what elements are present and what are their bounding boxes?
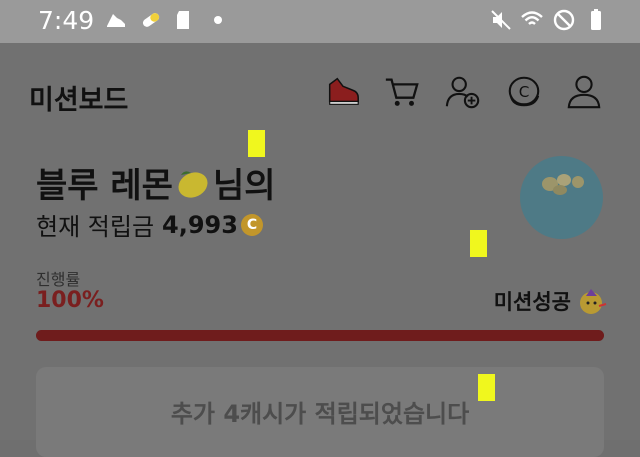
highlight-marker — [478, 374, 495, 401]
greeting-heading: 블루 레몬 님의 — [36, 158, 276, 207]
coin-icon: C — [240, 213, 263, 236]
user-name: 블루 레몬 — [36, 166, 173, 206]
page-title: 미션보드 — [29, 85, 129, 116]
mission-status-text: 미션성공 — [493, 290, 571, 314]
status-bar: 7:49 — [0, 0, 640, 43]
sd-card-icon — [177, 11, 189, 29]
party-face-icon — [580, 289, 607, 314]
running-shoe-icon — [107, 14, 125, 27]
avatar-image — [542, 174, 584, 195]
greeting-suffix: 님의 — [212, 166, 276, 206]
dot-icon — [214, 16, 222, 24]
highlight-marker — [470, 230, 487, 257]
cart-icon[interactable] — [383, 73, 421, 111]
status-time: 7:49 — [38, 6, 95, 35]
lemon-icon — [178, 170, 208, 198]
battery-icon — [591, 9, 601, 30]
avatar[interactable] — [520, 156, 603, 239]
coin-c-icon[interactable]: C — [505, 73, 543, 111]
balance-value: 4,993 — [162, 210, 238, 239]
balance-label: 현재 적립금 — [36, 213, 155, 241]
reward-notice: 추가 4캐시가 적립되었습니다 — [36, 367, 604, 457]
progress-value: 100% — [36, 288, 104, 313]
profile-icon[interactable] — [565, 73, 603, 111]
highlight-marker — [248, 130, 265, 157]
shoe-icon[interactable] — [324, 73, 362, 111]
progress-bar-fill — [36, 330, 604, 341]
add-friend-icon[interactable] — [444, 73, 482, 111]
mission-status: 미션성공 — [494, 286, 607, 316]
progress-bar — [36, 330, 604, 341]
wifi-icon — [521, 11, 543, 25]
pill-icon — [142, 13, 160, 27]
do-not-disturb-icon — [553, 9, 575, 31]
balance-row: 현재 적립금 4,993 C — [36, 207, 263, 242]
reward-notice-text: 추가 4캐시가 적립되었습니다 — [170, 400, 470, 428]
progress-label: 진행률 — [36, 270, 81, 289]
mute-icon — [491, 10, 511, 30]
svg-text:C: C — [519, 83, 530, 101]
